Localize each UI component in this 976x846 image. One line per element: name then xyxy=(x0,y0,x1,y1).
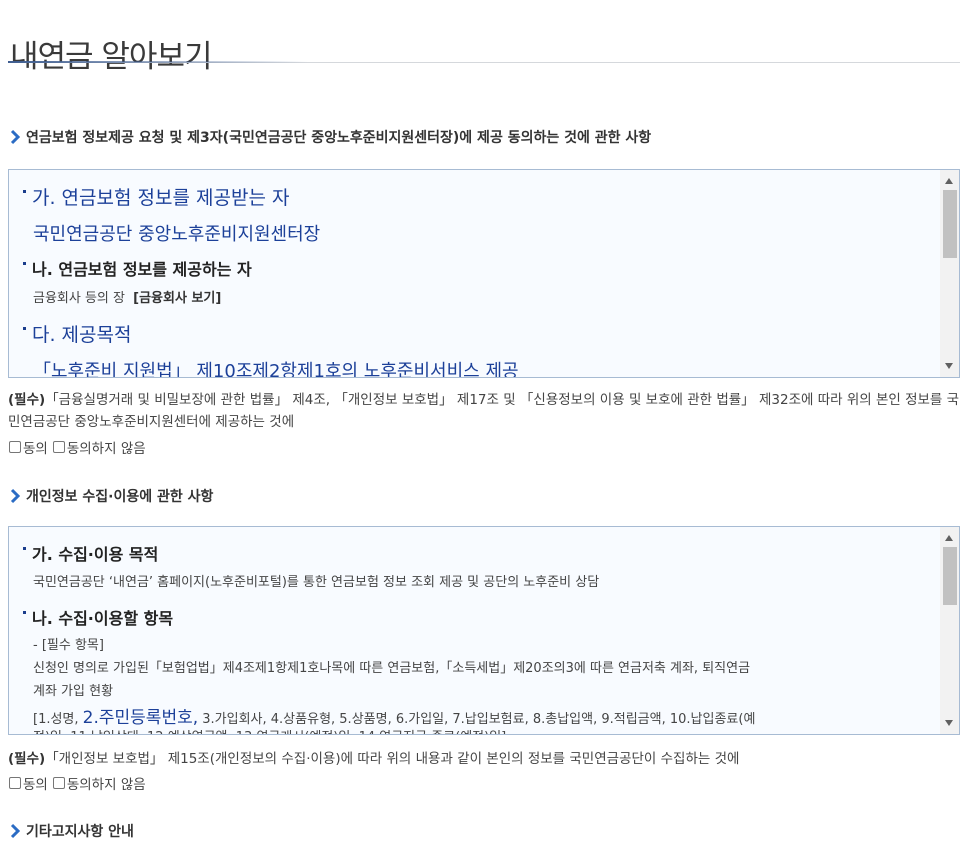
term-b-list-cont: 정)일, 11.납입상태, 12.예상연금액, 13.연금개시(예정)일, 14… xyxy=(33,726,506,734)
financial-companies-link[interactable]: [금융회사 보기] xyxy=(133,291,221,306)
section-heading-text: 개인정보 수집·이용에 관한 사항 xyxy=(26,489,214,505)
list-rest: 3.가입회사, 4.상품유형, 5.상품명, 6.가입일, 7.납입보험료, 8… xyxy=(198,712,756,727)
agree-checkbox[interactable] xyxy=(9,777,21,789)
collection-terms-box[interactable]: 가. 수집·이용 목적 국민연금공단 ‘내연금’ 홈페이지(노후준비포털)를 통… xyxy=(8,526,960,735)
notice-text: 「개인정보 보호법」 제15조(개인정보의 수집·이용)에 따라 위의 내용과 … xyxy=(45,751,740,767)
disagree-label[interactable]: 동의하지 않음 xyxy=(67,437,146,457)
term-item-a: 가. 수집·이용 목적 xyxy=(23,541,158,565)
term-b-text2: 계좌 가입 현황 xyxy=(33,684,114,699)
term-b-text: 금융회사 등의 장 xyxy=(33,291,125,306)
section-heading-text: 연금보험 정보제공 요청 및 제3자(국민연금공단 중앙노후준비지원센터장)에 … xyxy=(26,130,652,146)
chevron-right-icon xyxy=(10,129,20,145)
term-c-title: 다. 제공목적 xyxy=(32,324,132,346)
square-bullet-icon xyxy=(23,190,26,193)
notice-text: 「금융실명거래 및 비밀보장에 관한 법률」 제4조, 「개인정보 보호법」 제… xyxy=(8,392,960,430)
disagree-checkbox[interactable] xyxy=(52,777,65,789)
term-a-text: 국민연금공단 ‘내연금’ 홈페이지(노후준비포털)를 통한 연금보험 정보 조회… xyxy=(33,575,600,590)
agree-label[interactable]: 동의 xyxy=(23,773,48,793)
term-b-list: [1.성명, 2.주민등록번호, 3.가입회사, 4.상품유형, 5.상품명, … xyxy=(33,703,755,728)
required-tag: (필수) xyxy=(8,392,46,408)
disagree-label[interactable]: 동의하지 않음 xyxy=(67,773,146,793)
scroll-down-arrow-icon[interactable] xyxy=(945,720,953,726)
required-tag: (필수) xyxy=(8,751,46,767)
term-a-text: 국민연금공단 중앙노후준비지원센터장 xyxy=(33,224,321,245)
list-prefix: [1.성명, xyxy=(33,712,83,727)
section-heading-collection: 개인정보 수집·이용에 관한 사항 xyxy=(10,486,213,506)
scroll-up-arrow-icon[interactable] xyxy=(945,178,953,184)
scroll-down-arrow-icon[interactable] xyxy=(945,363,953,369)
collection-consent-notice: (필수)「개인정보 보호법」 제15조(개인정보의 수집·이용)에 따라 위의 … xyxy=(8,748,963,770)
section-heading-text: 기타고지사항 안내 xyxy=(26,824,134,840)
term-a-title: 가. 연금보험 정보를 제공받는 자 xyxy=(32,187,290,209)
section-heading-provision: 연금보험 정보제공 요청 및 제3자(국민연금공단 중앙노후준비지원센터장)에 … xyxy=(10,127,651,147)
term-item-b: 나. 수집·이용할 항목 xyxy=(23,605,173,629)
scroll-thumb[interactable] xyxy=(943,547,957,605)
term-item-a: 가. 연금보험 정보를 제공받는 자 xyxy=(23,183,289,210)
scroll-thumb[interactable] xyxy=(943,190,957,258)
provision-consent-notice: (필수)「금융실명거래 및 비밀보장에 관한 법률」 제4조, 「개인정보 보호… xyxy=(8,389,963,433)
agree-checkbox[interactable] xyxy=(9,441,21,453)
square-bullet-icon xyxy=(23,610,26,614)
section-heading-other-notice: 기타고지사항 안내 xyxy=(10,821,134,841)
provision-terms-box[interactable]: 가. 연금보험 정보를 제공받는 자 국민연금공단 중앙노후준비지원센터장 나.… xyxy=(8,169,960,378)
term-b-sub: - [필수 항목] xyxy=(33,638,104,653)
title-divider xyxy=(8,61,960,63)
scroll-up-arrow-icon[interactable] xyxy=(945,535,953,541)
term-b-line: 금융회사 등의 장 [금융회사 보기] xyxy=(33,287,221,306)
square-bullet-icon xyxy=(23,261,26,265)
terms-scrollbar[interactable] xyxy=(940,527,959,734)
term-item-b: 나. 연금보험 정보를 제공하는 자 xyxy=(23,256,252,280)
square-bullet-icon xyxy=(23,546,26,550)
terms-scrollbar[interactable] xyxy=(940,170,959,377)
list-emphasis: 2.주민등록번호, xyxy=(82,708,199,728)
term-b-title: 나. 연금보험 정보를 제공하는 자 xyxy=(32,260,252,279)
term-b-text1: 신청인 명의로 가입된「보험업법」제4조제1항제1호나목에 따른 연금보험,「소… xyxy=(33,661,751,676)
disagree-checkbox[interactable] xyxy=(52,441,65,453)
page-title: 내연금 알아보기 xyxy=(10,38,212,75)
term-a-title: 가. 수집·이용 목적 xyxy=(32,545,159,564)
agree-label[interactable]: 동의 xyxy=(23,437,48,457)
term-c-text: 「노후준비 지원법」 제10조제2항제1호의 노후준비서비스 제공 xyxy=(33,361,519,378)
term-b-title: 나. 수집·이용할 항목 xyxy=(32,609,174,628)
collection-consent-options: 동의 동의하지 않음 xyxy=(9,773,151,793)
chevron-right-icon xyxy=(10,823,20,839)
term-item-c: 다. 제공목적 xyxy=(23,320,131,347)
chevron-right-icon xyxy=(10,488,20,504)
provision-consent-options: 동의 동의하지 않음 xyxy=(9,437,151,457)
square-bullet-icon xyxy=(23,327,26,330)
